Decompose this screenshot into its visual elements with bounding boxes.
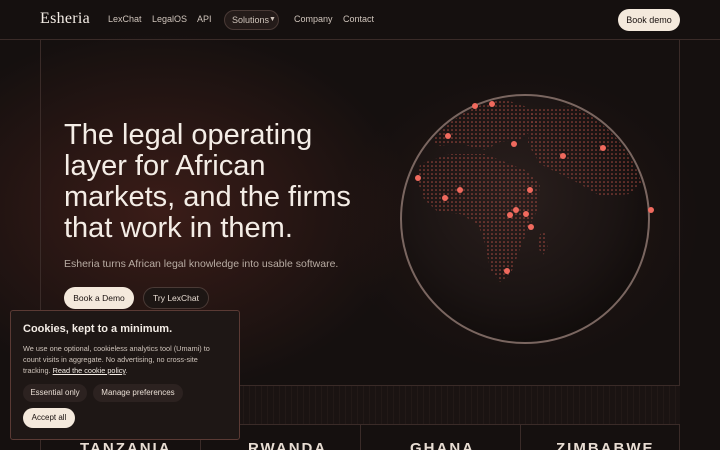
nav-solutions-label: Solutions bbox=[232, 15, 270, 25]
nav-link-api[interactable]: API bbox=[197, 14, 212, 24]
chevron-down-icon: ▼ bbox=[269, 16, 276, 23]
manage-preferences-button[interactable]: Manage preferences bbox=[93, 384, 183, 402]
nav-link-company[interactable]: Company bbox=[294, 14, 333, 24]
cookie-banner: Cookies, kept to a minimum. We use one o… bbox=[10, 310, 240, 440]
country-label-tanzania: TANZANIA bbox=[80, 440, 172, 450]
essential-only-button[interactable]: Essential only bbox=[23, 384, 87, 402]
cookie-body: We use one optional, cookieless analytic… bbox=[23, 344, 210, 375]
marker bbox=[511, 141, 517, 147]
country-label-rwanda: RWANDA bbox=[248, 440, 328, 450]
hero-subtitle: Esheria turns African legal knowledge in… bbox=[64, 258, 339, 270]
marker bbox=[489, 101, 495, 107]
marker bbox=[523, 211, 529, 217]
marker bbox=[513, 207, 519, 213]
globe-illustration bbox=[390, 84, 660, 354]
nav-link-legalos[interactable]: LegalOS bbox=[152, 14, 187, 24]
brand-logo[interactable]: Esheria bbox=[40, 10, 90, 28]
country-label-ghana: GHANA bbox=[410, 440, 475, 450]
marker bbox=[528, 224, 534, 230]
globe-svg bbox=[400, 94, 654, 344]
marker bbox=[507, 212, 513, 218]
marker bbox=[457, 187, 463, 193]
nav-link-contact[interactable]: Contact bbox=[343, 14, 374, 24]
cookie-title: Cookies, kept to a minimum. bbox=[23, 323, 173, 335]
nav-solutions-dropdown[interactable]: Solutions ▼ bbox=[224, 10, 279, 30]
nav-link-lexchat[interactable]: LexChat bbox=[108, 14, 142, 24]
marker bbox=[600, 145, 606, 151]
book-demo-button[interactable]: Book demo bbox=[618, 9, 680, 31]
try-lexchat-button[interactable]: Try LexChat bbox=[143, 287, 209, 309]
marker bbox=[445, 133, 451, 139]
book-a-demo-button[interactable]: Book a Demo bbox=[64, 287, 134, 309]
divider bbox=[520, 425, 521, 450]
country-label-zimbabwe: ZIMBABWE bbox=[556, 440, 655, 450]
marker bbox=[415, 175, 421, 181]
marker bbox=[472, 103, 478, 109]
marker bbox=[648, 207, 654, 213]
navbar: Esheria LexChat LegalOS API Solutions ▼ … bbox=[0, 0, 720, 40]
marker bbox=[560, 153, 566, 159]
marker bbox=[504, 268, 510, 274]
cookie-policy-link[interactable]: Read the cookie policy bbox=[53, 366, 126, 375]
hero-title: The legal operating layer for African ma… bbox=[64, 119, 351, 244]
marker bbox=[527, 187, 533, 193]
accept-all-button[interactable]: Accept all bbox=[23, 408, 75, 428]
divider bbox=[360, 425, 361, 450]
marker bbox=[442, 195, 448, 201]
